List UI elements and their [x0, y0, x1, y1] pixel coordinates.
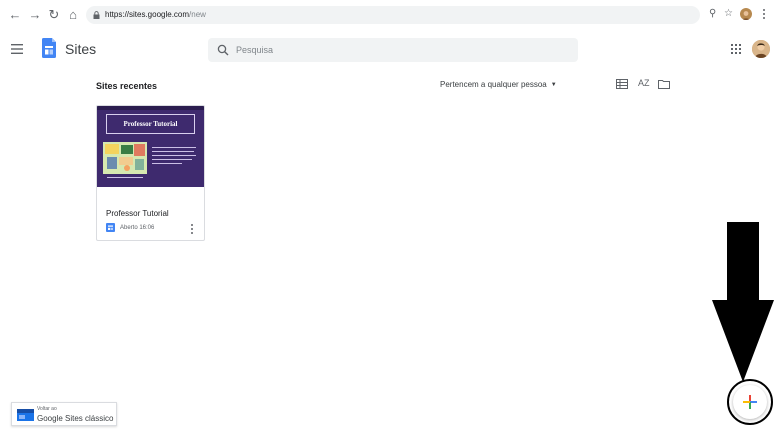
caret-down-icon: ▼: [550, 82, 557, 88]
bookmark-star-icon[interactable]: ☆: [724, 8, 733, 20]
sites-doc-icon: [106, 223, 115, 232]
owner-filter-dropdown[interactable]: Pertencem a qualquer pessoa ▼: [440, 80, 557, 90]
site-card-footer: Professor Tutorial Aberto 16:06: [97, 187, 204, 240]
search-icon: [217, 44, 229, 56]
thumbnail-text-line: [152, 159, 192, 160]
thumbnail-banner: Professor Tutorial: [106, 114, 195, 134]
url-path: /new: [189, 10, 206, 19]
thumbnail-topbar: [97, 106, 204, 110]
classic-link-sublabel: Voltar ao: [37, 406, 57, 412]
forward-arrow-icon[interactable]: →: [28, 8, 42, 22]
zoom-icon[interactable]: ⚲: [709, 8, 716, 20]
sort-az-icon[interactable]: AZ: [638, 78, 650, 89]
search-bar[interactable]: [208, 38, 578, 62]
url-host: https://sites.google.com: [105, 10, 190, 19]
thumbnail-image: [103, 142, 147, 174]
google-sites-logo-icon[interactable]: [42, 38, 56, 58]
thumbnail-title: Professor Tutorial: [123, 120, 178, 128]
thumbnail-caption-line: [107, 177, 143, 178]
thumbnail-text-line: [152, 155, 196, 156]
lock-icon: [93, 11, 100, 19]
site-title[interactable]: Professor Tutorial: [106, 209, 169, 219]
create-site-button[interactable]: [733, 385, 767, 419]
owner-filter-label: Pertencem a qualquer pessoa: [440, 80, 547, 89]
browser-menu-icon[interactable]: [761, 7, 767, 21]
classic-sites-link[interactable]: Voltar ao Google Sites clássico: [11, 402, 117, 426]
address-bar[interactable]: https://sites.google.com/new: [86, 6, 700, 24]
classic-link-label: Google Sites clássico: [37, 414, 114, 423]
last-opened-time: Aberto 16:06: [120, 225, 155, 231]
classroom-illustration-icon: [103, 142, 147, 174]
browser-toolbar: ← → ↻ ⌂ https://sites.google.com/new ⚲ ☆: [0, 0, 774, 30]
search-input[interactable]: [236, 42, 556, 58]
list-view-icon[interactable]: [616, 79, 628, 89]
reload-icon[interactable]: ↻: [47, 8, 61, 22]
folder-icon[interactable]: [658, 79, 670, 89]
annotation-arrow-icon: [712, 222, 774, 382]
app-title: Sites: [65, 41, 97, 57]
person-icon: [752, 40, 770, 58]
account-avatar[interactable]: [752, 40, 770, 58]
classic-sites-icon: [17, 409, 34, 421]
site-card[interactable]: Professor Tutorial Professor Tutorial Ab…: [96, 105, 205, 241]
thumbnail-text-line: [152, 151, 194, 152]
home-icon[interactable]: ⌂: [66, 8, 80, 22]
back-arrow-icon[interactable]: ←: [8, 8, 22, 22]
app-header: Sites: [0, 30, 774, 70]
more-vert-icon[interactable]: [190, 223, 194, 235]
apps-grid-icon[interactable]: [731, 44, 741, 54]
browser-profile-avatar[interactable]: [740, 8, 752, 20]
section-title: Sites recentes: [96, 81, 158, 91]
hamburger-menu-icon[interactable]: [11, 44, 23, 54]
site-thumbnail: Professor Tutorial: [97, 106, 204, 187]
plus-icon: [743, 395, 757, 409]
url-text: https://sites.google.com/new: [105, 9, 206, 21]
thumbnail-text-line: [152, 163, 182, 164]
person-icon: [741, 11, 751, 20]
thumbnail-text-line: [152, 147, 196, 148]
